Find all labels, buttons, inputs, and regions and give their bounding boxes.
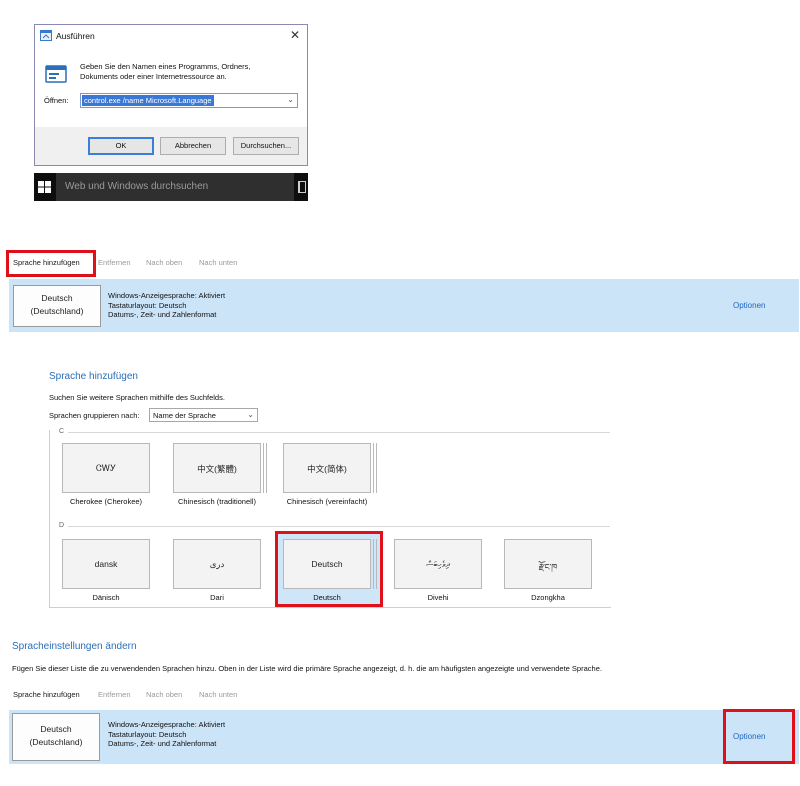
cancel-button[interactable]: Abbrechen bbox=[160, 137, 226, 155]
language-card-chinese-traditional[interactable]: 中文(繁體) bbox=[173, 443, 267, 493]
card-caption: Dari bbox=[210, 593, 224, 602]
microphone-icon[interactable] bbox=[298, 181, 306, 193]
taskbar-search-placeholder[interactable]: Web und Windows durchsuchen bbox=[65, 181, 208, 192]
card-tile-text: ᏣᎳᎩ bbox=[96, 463, 116, 473]
section-divider bbox=[68, 432, 610, 433]
language-settings-title: Spracheinstellungen ändern bbox=[12, 641, 137, 652]
add-language-hint: Suchen Sie weitere Sprachen mithilfe des… bbox=[49, 393, 225, 402]
language-info-bottom: Windows-Anzeigesprache: Aktiviert Tastat… bbox=[108, 720, 225, 749]
windows-start-icon[interactable] bbox=[38, 181, 51, 193]
language-tile-top[interactable]: Deutsch (Deutschland) bbox=[13, 285, 101, 327]
language-card-chinese-simplified[interactable]: 中文(简体) bbox=[283, 443, 377, 493]
card-caption: Chinesisch (traditionell) bbox=[178, 497, 256, 506]
language-card-divehi[interactable]: ދިވެހިބަސް bbox=[394, 539, 482, 589]
remove-button[interactable]: Entfernen bbox=[98, 258, 131, 267]
highlight-german-card bbox=[275, 531, 383, 607]
close-icon[interactable]: ✕ bbox=[290, 28, 300, 42]
run-dialog-footer: OK Abbrechen Durchsuchen... bbox=[35, 127, 307, 165]
section-letter-d: D bbox=[59, 522, 65, 529]
card-caption: Dzongkha bbox=[531, 593, 565, 602]
card-tile-text: دری bbox=[209, 559, 225, 569]
run-icon bbox=[40, 30, 52, 41]
add-language-button[interactable]: Sprache hinzufügen bbox=[13, 690, 80, 699]
format-status: Datums-, Zeit- und Zahlenformat bbox=[108, 739, 217, 748]
group-by-select[interactable]: Name der Sprache ⌄ bbox=[149, 408, 258, 422]
add-language-title: Sprache hinzufügen bbox=[49, 371, 138, 382]
language-card-dzongkha[interactable]: རྫོང་ཁ bbox=[504, 539, 592, 589]
card-tile-text: dansk bbox=[94, 559, 118, 569]
keyboard-layout-status: Tastaturlayout: Deutsch bbox=[108, 300, 187, 310]
taskbar: Web und Windows durchsuchen bbox=[34, 173, 308, 201]
highlight-add-language bbox=[6, 250, 96, 277]
language-toolbar-bottom: Sprache hinzufügen Entfernen Nach oben N… bbox=[0, 684, 800, 706]
language-toolbar-top: Sprache hinzufügen Entfernen Nach oben N… bbox=[0, 252, 800, 274]
move-down-button[interactable]: Nach unten bbox=[199, 258, 237, 267]
group-by-value: Name der Sprache bbox=[153, 411, 216, 420]
taskbar-search-box[interactable]: Web und Windows durchsuchen bbox=[56, 173, 294, 201]
language-card-danish[interactable]: dansk bbox=[62, 539, 150, 589]
group-by-label: Sprachen gruppieren nach: bbox=[49, 411, 140, 420]
card-caption: Cherokee (Cherokee) bbox=[69, 497, 143, 506]
language-tile-bottom[interactable]: Deutsch (Deutschland) bbox=[12, 713, 100, 761]
run-program-icon bbox=[45, 65, 67, 83]
language-name: Deutsch bbox=[41, 293, 73, 303]
language-card-cherokee[interactable]: ᏣᎳᎩ bbox=[62, 443, 150, 493]
language-region: (Deutschland) bbox=[30, 306, 84, 316]
language-name: Deutsch bbox=[40, 724, 72, 734]
run-dialog-title: Ausführen bbox=[56, 31, 95, 41]
card-tile-text: 中文(繁體) bbox=[197, 464, 237, 474]
language-settings-description: Fügen Sie dieser Liste die zu verwendend… bbox=[12, 664, 602, 673]
card-tile-text: རྫོང་ཁ bbox=[538, 562, 558, 572]
format-status: Datums-, Zeit- und Zahlenformat bbox=[108, 310, 217, 319]
language-card-dari[interactable]: دری bbox=[173, 539, 261, 589]
open-input[interactable]: control.exe /name Microsoft.Language ⌄ bbox=[80, 93, 298, 108]
ok-button[interactable]: OK bbox=[88, 137, 154, 155]
run-dialog-description: Geben Sie den Namen eines Programms, Ord… bbox=[80, 62, 251, 81]
keyboard-layout-status: Tastaturlayout: Deutsch bbox=[108, 729, 187, 739]
remove-button[interactable]: Entfernen bbox=[98, 690, 131, 699]
open-input-value[interactable]: control.exe /name Microsoft.Language bbox=[82, 95, 214, 106]
card-tile-text: 中文(简体) bbox=[307, 464, 347, 474]
move-up-button[interactable]: Nach oben bbox=[146, 690, 182, 699]
display-language-status: Windows-Anzeigesprache: Aktiviert bbox=[108, 291, 226, 300]
card-tile-text: ދިވެހިބަސް bbox=[426, 559, 450, 569]
section-divider bbox=[68, 526, 610, 527]
move-up-button[interactable]: Nach oben bbox=[146, 258, 182, 267]
options-link-top[interactable]: Optionen bbox=[733, 301, 765, 310]
language-row-bottom[interactable]: Deutsch (Deutschland) Windows-Anzeigespr… bbox=[9, 710, 799, 764]
card-caption: Chinesisch (vereinfacht) bbox=[286, 497, 368, 506]
language-region: (Deutschland) bbox=[29, 737, 83, 747]
run-dialog-body: Geben Sie den Namen eines Programms, Ord… bbox=[35, 47, 307, 129]
display-language-status: Windows-Anzeigesprache: Aktiviert bbox=[108, 720, 226, 729]
chevron-down-icon[interactable]: ⌄ bbox=[287, 95, 294, 104]
move-down-button[interactable]: Nach unten bbox=[199, 690, 237, 699]
section-letter-c: C bbox=[59, 428, 65, 435]
run-dialog-titlebar[interactable]: Ausführen ✕ bbox=[35, 25, 307, 47]
run-dialog: Ausführen ✕ Geben Sie den Namen eines Pr… bbox=[34, 24, 308, 166]
highlight-options bbox=[723, 709, 795, 764]
open-label: Öffnen: bbox=[44, 96, 69, 105]
card-caption: Dänisch bbox=[92, 593, 120, 602]
browse-button[interactable]: Durchsuchen... bbox=[233, 137, 299, 155]
card-caption: Divehi bbox=[427, 593, 449, 602]
chevron-down-icon[interactable]: ⌄ bbox=[247, 410, 254, 419]
language-info-top: Windows-Anzeigesprache: Aktiviert Tastat… bbox=[108, 291, 225, 320]
language-row-top[interactable]: Deutsch (Deutschland) Windows-Anzeigespr… bbox=[9, 279, 799, 332]
